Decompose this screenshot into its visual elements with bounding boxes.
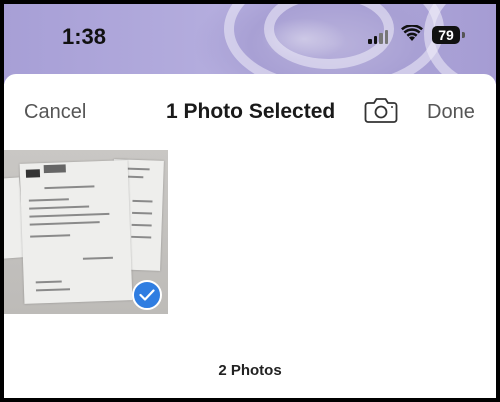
status-bar: 1:38 79	[4, 4, 496, 94]
photo-count-label: 2 Photos	[218, 362, 282, 379]
status-time: 1:38	[62, 24, 107, 49]
camera-icon[interactable]	[364, 96, 398, 124]
document-photo-content	[19, 160, 133, 304]
photo-picker-sheet: Cancel 1 Photo Selected Done 2 Photos	[4, 74, 496, 398]
picker-title: 1 Photo Selected	[166, 100, 336, 123]
done-button[interactable]: Done	[427, 101, 475, 124]
battery-cap	[462, 32, 465, 38]
cancel-button[interactable]: Cancel	[24, 101, 86, 124]
battery-level: 79	[438, 27, 454, 43]
screen-frame: 1:38 79 Cancel 1 Photo Selected Done 2 P…	[4, 4, 496, 398]
photo-thumbnail[interactable]	[4, 150, 168, 314]
cellular-signal-icon	[368, 30, 388, 44]
battery-icon: 79	[432, 26, 460, 44]
wifi-icon	[401, 25, 423, 41]
checkmark-icon	[132, 280, 162, 310]
